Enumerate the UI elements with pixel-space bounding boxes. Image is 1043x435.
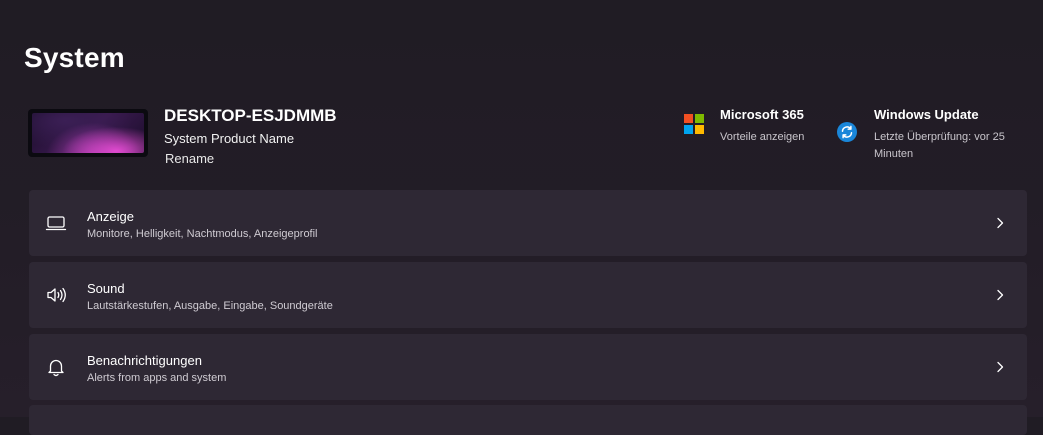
display-icon: [45, 212, 67, 234]
logo-square-red: [684, 114, 693, 123]
settings-item-title: Anzeige: [87, 209, 134, 224]
page-title: System: [24, 42, 125, 73]
logo-square-green: [695, 114, 704, 123]
bell-icon: [45, 356, 67, 378]
microsoft-365-promo[interactable]: Microsoft 365 Vorteile anzeigen: [720, 107, 804, 146]
chevron-right-icon: [993, 288, 1007, 302]
logo-square-blue: [684, 125, 693, 134]
rename-link[interactable]: Rename: [165, 151, 214, 166]
settings-item-sound[interactable]: Sound Lautstärkestufen, Ausgabe, Eingabe…: [29, 262, 1027, 328]
windows-update-promo[interactable]: Windows Update Letzte Überprüfung: vor 2…: [874, 107, 1034, 163]
promo-title: Microsoft 365: [720, 107, 804, 122]
promo-subtitle: Letzte Überprüfung: vor 25 Minuten: [874, 131, 1005, 160]
sync-icon[interactable]: [837, 122, 857, 142]
device-name: DESKTOP-ESJDMMB: [164, 106, 337, 125]
settings-item-display[interactable]: Anzeige Monitore, Helligkeit, Nachtmodus…: [29, 190, 1027, 256]
promo-title: Windows Update: [874, 107, 979, 122]
microsoft-logo-icon[interactable]: [684, 114, 704, 134]
device-thumbnail: [28, 109, 148, 157]
logo-square-yellow: [695, 125, 704, 134]
settings-item-title: Sound: [87, 281, 125, 296]
settings-item-subtitle: Alerts from apps and system: [87, 372, 227, 384]
device-model: System Product Name: [164, 131, 295, 146]
settings-item-notifications[interactable]: Benachrichtigungen Alerts from apps and …: [29, 334, 1027, 400]
promo-subtitle: Vorteile anzeigen: [720, 131, 805, 143]
chevron-right-icon: [993, 216, 1007, 230]
settings-item-partial[interactable]: [29, 405, 1027, 435]
wallpaper-preview: [32, 113, 144, 153]
speaker-icon: [45, 284, 67, 306]
chevron-right-icon: [993, 360, 1007, 374]
settings-item-title: Benachrichtigungen: [87, 353, 202, 368]
settings-item-subtitle: Lautstärkestufen, Ausgabe, Eingabe, Soun…: [87, 300, 333, 312]
settings-item-subtitle: Monitore, Helligkeit, Nachtmodus, Anzeig…: [87, 228, 318, 240]
